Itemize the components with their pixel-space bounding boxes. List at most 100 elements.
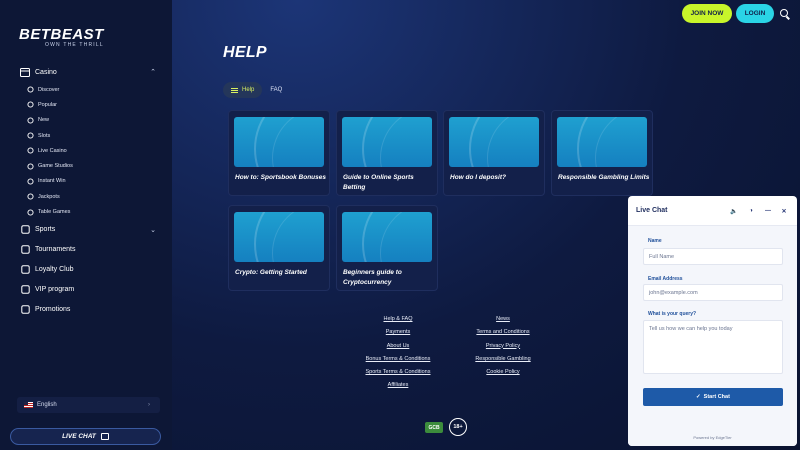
powered-by-label: Powered by EdgeTier bbox=[693, 435, 732, 440]
sidebar-item-discover[interactable]: Discover bbox=[0, 82, 172, 97]
star-icon bbox=[27, 117, 34, 124]
footer-link[interactable]: Payments bbox=[348, 326, 448, 339]
list-icon bbox=[231, 87, 238, 93]
jackpot-icon bbox=[27, 193, 34, 200]
flame-icon bbox=[27, 101, 34, 108]
main-nav-items: Sports ⌄ Tournaments Loyalty Club VIP progra… bbox=[0, 220, 172, 320]
card-thumbnail bbox=[342, 117, 432, 167]
crown-icon bbox=[20, 265, 30, 275]
sidebar-item-label: Tournaments bbox=[35, 246, 76, 254]
check-icon: ✓ bbox=[696, 394, 701, 400]
sidebar-item-sports[interactable]: Sports ⌄ bbox=[0, 220, 172, 240]
chevron-up-icon[interactable]: ⌃ bbox=[150, 68, 156, 76]
footer-link[interactable]: About Us bbox=[348, 340, 448, 353]
bolt-icon bbox=[27, 178, 34, 185]
minimize-icon[interactable]: — bbox=[764, 207, 772, 215]
chat-form: Name Full Name Email Address john@exampl… bbox=[628, 226, 797, 446]
chevron-down-icon[interactable]: ⌄ bbox=[150, 226, 156, 234]
search-icon[interactable] bbox=[780, 9, 788, 17]
sidebar-item-slots[interactable]: Slots bbox=[0, 128, 172, 143]
footer-link[interactable]: Cookie Policy bbox=[453, 366, 553, 379]
login-button[interactable]: LOGIN bbox=[736, 4, 774, 23]
footer-link[interactable]: Terms and Conditions bbox=[453, 326, 553, 339]
sidebar-item-popular[interactable]: Popular bbox=[0, 97, 172, 112]
name-label: Name bbox=[648, 238, 662, 244]
sidebar-item-casino[interactable]: Casino ⌃ bbox=[0, 62, 172, 82]
help-card[interactable]: How do I deposit? bbox=[443, 110, 545, 196]
sidebar: BETBEAST OWN THE THRILL Casino ⌃ Discove… bbox=[0, 0, 172, 450]
sidebar-item-table-games[interactable]: Table Games bbox=[0, 204, 172, 219]
diamond-icon bbox=[20, 285, 30, 295]
rocket-icon bbox=[27, 86, 34, 93]
tab-label: FAQ bbox=[270, 87, 283, 93]
close-icon[interactable]: ✕ bbox=[780, 207, 788, 215]
name-field[interactable]: Full Name bbox=[643, 248, 783, 265]
footer-link[interactable]: Responsible Gambling bbox=[453, 353, 553, 366]
email-field[interactable]: john@example.com bbox=[643, 284, 783, 301]
query-textarea[interactable]: Tell us how we can help you today bbox=[643, 320, 783, 374]
sidebar-item-label: Slots bbox=[38, 132, 51, 139]
sidebar-item-label: Loyalty Club bbox=[35, 266, 74, 274]
footer-link[interactable]: Bonus Terms & Conditions bbox=[348, 353, 448, 366]
footer-links-left: Help & FAQ Payments About Us Bonus Terms… bbox=[348, 313, 448, 393]
footer-link[interactable]: Affiliates bbox=[348, 379, 448, 392]
globe-icon[interactable]: ◑ bbox=[747, 207, 755, 215]
brand-logo[interactable]: BETBEAST OWN THE THRILL bbox=[19, 26, 104, 48]
sidebar-item-loyalty-club[interactable]: Loyalty Club bbox=[0, 260, 172, 280]
slots-icon bbox=[27, 132, 34, 139]
card-title: How do I deposit? bbox=[450, 174, 506, 181]
sidebar-item-live-casino[interactable]: Live Casino bbox=[0, 143, 172, 158]
start-chat-button[interactable]: ✓ Start Chat bbox=[643, 388, 783, 406]
help-card[interactable]: How to: Sportsbook Bonuses bbox=[228, 110, 330, 196]
casino-submenu: Discover Popular New Slots Live Casino Game S… bbox=[0, 82, 172, 220]
sidebar-item-instant-win[interactable]: Instant Win bbox=[0, 174, 172, 189]
gcb-license-badge[interactable]: GCB bbox=[425, 422, 443, 433]
help-card[interactable]: Crypto: Getting Started bbox=[228, 205, 330, 291]
sidebar-item-jackpots[interactable]: Jackpots bbox=[0, 189, 172, 204]
help-card[interactable]: Guide to Online Sports Betting bbox=[336, 110, 438, 196]
help-card[interactable]: Beginners guide to Cryptocurrency bbox=[336, 205, 438, 291]
trophy-icon bbox=[20, 245, 30, 255]
language-label: English bbox=[37, 402, 57, 408]
sound-icon[interactable]: 🔈 bbox=[730, 207, 738, 215]
table-icon bbox=[27, 208, 34, 216]
sidebar-item-label: Popular bbox=[38, 101, 57, 108]
sidebar-item-tournaments[interactable]: Tournaments bbox=[0, 240, 172, 260]
card-thumbnail bbox=[234, 212, 324, 262]
casino-icon bbox=[20, 67, 30, 77]
join-now-button[interactable]: JOIN NOW bbox=[682, 4, 732, 23]
sidebar-item-promotions[interactable]: Promotions bbox=[0, 300, 172, 320]
sidebar-item-label: Casino bbox=[35, 68, 57, 76]
page-title: HELP bbox=[223, 44, 267, 61]
live-icon bbox=[27, 147, 34, 154]
brand-name: BETBEAST bbox=[19, 26, 104, 43]
card-title: How to: Sportsbook Bonuses bbox=[235, 174, 326, 181]
card-title: Beginners guide to Cryptocurrency bbox=[343, 269, 402, 286]
sidebar-item-label: VIP program bbox=[35, 286, 75, 294]
sidebar-item-label: Table Games bbox=[38, 209, 71, 216]
sidebar-item-game-studios[interactable]: Game Studios bbox=[0, 158, 172, 173]
tab-faq[interactable]: FAQ bbox=[262, 82, 290, 98]
start-chat-label: Start Chat bbox=[703, 394, 730, 400]
card-title: Guide to Online Sports Betting bbox=[343, 174, 414, 191]
tab-help[interactable]: Help bbox=[223, 82, 263, 98]
sidebar-item-new[interactable]: New bbox=[0, 113, 172, 128]
age-restriction-badge: 18+ bbox=[449, 418, 467, 436]
footer-link[interactable]: News bbox=[453, 313, 553, 326]
card-thumbnail bbox=[342, 212, 432, 262]
chat-header: Live Chat 🔈 ◑ — ✕ bbox=[628, 196, 797, 226]
live-chat-widget: Live Chat 🔈 ◑ — ✕ Name Full Name Email A… bbox=[628, 196, 797, 446]
sidebar-item-label: Sports bbox=[35, 226, 56, 234]
sidebar-item-vip-program[interactable]: VIP program bbox=[0, 280, 172, 300]
query-label: What is your query? bbox=[648, 311, 697, 317]
language-selector[interactable]: English › bbox=[17, 397, 160, 413]
footer-link[interactable]: Help & FAQ bbox=[348, 313, 448, 326]
live-chat-button[interactable]: LIVE CHAT bbox=[10, 428, 161, 445]
sidebar-item-label: Game Studios bbox=[38, 163, 73, 170]
footer-link[interactable]: Privacy Policy bbox=[453, 340, 553, 353]
help-card[interactable]: Responsible Gambling Limits bbox=[551, 110, 653, 196]
footer-link[interactable]: Sports Terms & Conditions bbox=[348, 366, 448, 379]
sidebar-item-label: Live Casino bbox=[38, 147, 67, 154]
ball-icon bbox=[20, 225, 30, 235]
sidebar-item-label: Instant Win bbox=[38, 178, 66, 185]
